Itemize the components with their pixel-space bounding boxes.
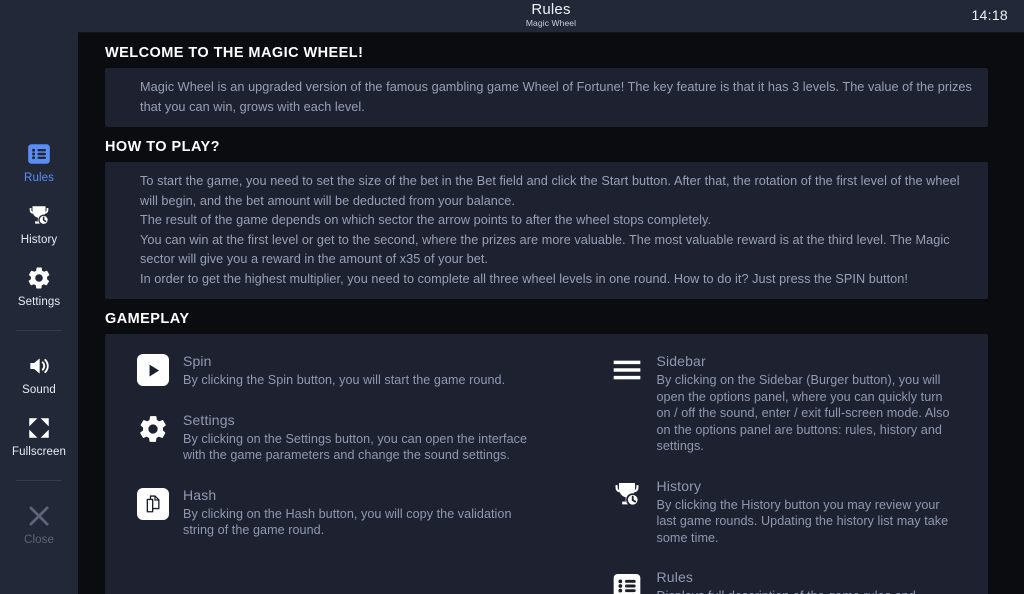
gameplay-item-desc: Displays full description of the game ru… [657,588,955,594]
sidebar-item-label: Fullscreen [11,446,67,458]
sidebar-group-close: Close [0,494,78,556]
close-icon [26,503,52,529]
sidebar-item-fullscreen[interactable]: Fullscreen [0,406,78,468]
how-to-play-line: To start the game, you need to set the s… [140,174,960,208]
how-to-play-line: You can win at the first level or get to… [140,232,950,267]
copy-icon [137,487,169,520]
play-icon [137,354,169,386]
page-title: Rules [531,1,571,18]
list-icon [611,570,643,594]
sidebar-item-close[interactable]: Close [0,494,78,556]
main-column: Rules Magic Wheel 14:18 WELCOME TO THE M… [78,0,1024,594]
gameplay-item-name: Rules [656,569,694,585]
title-bar-center: Rules Magic Wheel [78,1,1024,29]
gameplay-item-hash: Hash By clicking on the Hash button, you… [137,486,537,539]
rules-screen: Rules History Settings Sound Fullscreen … [0,0,1024,594]
title-bar: Rules Magic Wheel 14:18 [78,0,1024,33]
gameplay-item-name: Spin [183,353,212,369]
sidebar-group-nav: Rules History Settings [0,132,78,318]
speaker-icon [26,353,52,379]
gear-icon [137,413,169,445]
how-to-play-line: In order to get the highest multiplier, … [140,271,908,286]
sidebar-item-rules[interactable]: Rules [0,132,78,194]
gameplay-item-spin: Spin By clicking the Spin button, you wi… [137,352,537,389]
sidebar-item-label: Rules [24,172,54,184]
how-to-play-panel: To start the game, you need to set the s… [105,162,988,299]
sidebar-item-label: Sound [22,384,56,396]
expand-icon [26,415,52,441]
gameplay-item-desc: By clicking on the Sidebar (Burger butto… [656,373,950,453]
clock: 14:18 [971,7,1008,23]
gameplay-item-name: Sidebar [656,353,706,369]
sidebar-item-sound[interactable]: Sound [0,344,78,406]
gameplay-item-name: Settings [183,411,235,428]
gameplay-item-rules: Rules Displays full description of the g… [611,568,955,594]
gameplay-item-desc: By clicking on the Settings button, you … [183,431,528,463]
gear-icon [26,265,52,291]
gameplay-item-desc: By clicking the Spin button, you will st… [183,373,506,387]
gameplay-column-left: Spin By clicking the Spin button, you wi… [115,352,547,594]
sidebar-item-label: Close [24,534,54,546]
gameplay-column-right: Sidebar By clicking on the Sidebar (Burg… [547,352,979,594]
gameplay-item-desc: By clicking on the Hash button, you will… [183,506,512,538]
gameplay-item-settings: Settings By clicking on the Settings but… [137,411,537,464]
gameplay-item-name: Hash [183,486,217,503]
sidebar-item-label: History [20,234,58,246]
trophy-clock-icon [611,479,643,511]
gameplay-heading: GAMEPLAY [105,311,190,327]
welcome-panel: Magic Wheel is an upgraded version of th… [105,68,988,127]
sidebar-item-settings[interactable]: Settings [0,256,78,318]
gameplay-panel: Spin By clicking the Spin button, you wi… [105,334,988,594]
sidebar-divider-2 [16,480,62,481]
how-to-play-heading: HOW TO PLAY? [105,139,220,155]
sidebar-item-history[interactable]: History [0,194,78,256]
welcome-heading: WELCOME TO THE MAGIC WHEEL! [105,45,364,61]
sidebar-divider-1 [16,330,62,331]
welcome-text: Magic Wheel is an upgraded version of th… [140,80,972,114]
gameplay-item-sidebar: Sidebar By clicking on the Sidebar (Burg… [611,352,955,455]
page-subtitle: Magic Wheel [525,18,577,28]
rules-content: WELCOME TO THE MAGIC WHEEL! Magic Wheel … [78,33,1024,594]
list-icon [26,141,52,167]
trophy-clock-icon [26,203,52,229]
how-to-play-line: The result of the game depends on which … [140,213,712,227]
gameplay-item-history: History By clicking the History button y… [611,477,955,547]
sidebar-item-label: Settings [17,296,61,308]
gameplay-item-name: History [656,477,702,494]
sidebar-group-options: Sound Fullscreen [0,344,78,468]
gameplay-item-desc: By clicking the History button you may r… [656,497,949,545]
burger-icon [611,354,643,386]
sidebar: Rules History Settings Sound Fullscreen … [0,0,78,594]
